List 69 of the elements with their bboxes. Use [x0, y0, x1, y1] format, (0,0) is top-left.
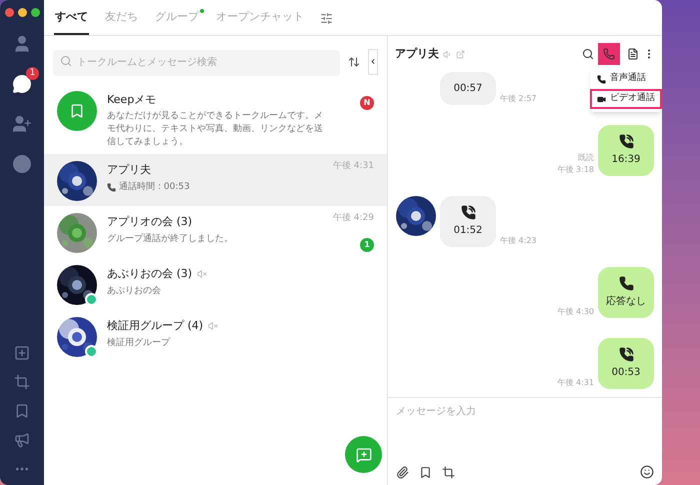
chat-time: 午後 4:31	[332, 160, 374, 173]
phone-icon	[603, 48, 615, 60]
chat-name: 検証用グループ (4)	[107, 318, 204, 334]
tab[interactable]: すべて	[54, 1, 89, 35]
unread-badge: N	[360, 96, 374, 110]
chat-preview: 検証用グループ	[107, 336, 170, 350]
chat-name: あぶりおの会 (3)	[107, 266, 192, 282]
ringing-phone-icon	[460, 205, 476, 220]
filter-icon[interactable]	[320, 12, 333, 25]
notes-icon[interactable]	[627, 48, 639, 60]
megaphone-icon[interactable]	[14, 432, 30, 448]
message-time: 午後 4:30	[557, 306, 594, 318]
chat-item[interactable]: 検証用グループ (4) 検証用グループ	[44, 310, 387, 362]
collapse-button[interactable]	[368, 48, 378, 75]
chat-item[interactable]: あぶりおの会 (3) あぶりおの会	[44, 258, 387, 310]
mute-icon	[208, 321, 218, 332]
message-time: 午後 3:18	[557, 164, 594, 176]
chat-item[interactable]: Keepメモ あなただけが見ることができるトークルームです。メモ代わりに、テキストや写真、動画、リンクなどを送信してみましょう。 N	[44, 84, 387, 154]
chevron-left-icon	[369, 57, 377, 66]
zoom-button[interactable]	[31, 8, 40, 17]
chat-bubble-icon[interactable]	[12, 74, 32, 94]
add-video-icon[interactable]	[14, 345, 30, 361]
ringing-phone-icon	[618, 347, 634, 362]
keep-avatar	[57, 90, 97, 130]
message-time: 午後 4:31	[557, 377, 594, 389]
video-camera-icon	[597, 94, 606, 104]
chat-name: アプリオの会 (3)	[107, 214, 192, 230]
sort-icon[interactable]	[348, 56, 360, 68]
chat-preview: 通話時間 : 00:53	[119, 180, 190, 194]
chat-preview: あぶりおの会	[107, 284, 161, 298]
search-icon[interactable]	[582, 48, 594, 60]
message-text: 16:39	[612, 153, 640, 167]
menu-item[interactable]: ビデオ通話	[590, 89, 662, 109]
bookmark-icon[interactable]	[419, 466, 432, 478]
message-text: 01:52	[454, 224, 482, 238]
search-icon	[60, 55, 72, 67]
message-text: 00:53	[612, 366, 640, 380]
chat-item[interactable]: アプリ夫 通話時間 : 00:53 午後 4:31	[44, 154, 387, 206]
ringing-phone-icon	[618, 134, 634, 149]
new-chat-button[interactable]	[345, 436, 382, 473]
menu-item[interactable]: 音声通話	[590, 69, 662, 89]
read-receipt: 既読	[578, 152, 594, 164]
add-person-icon[interactable]	[12, 114, 32, 134]
phone-icon	[597, 74, 606, 84]
chat-time: 午後 4:29	[332, 212, 374, 225]
message-time: 午後 2:57	[500, 93, 537, 105]
chat-preview: グループ通話が終了しました。	[107, 232, 233, 246]
speaker-icon	[443, 50, 452, 58]
close-button[interactable]	[5, 8, 14, 17]
new-chat-icon	[356, 446, 372, 462]
message-time: 午後 4:23	[500, 235, 537, 247]
attach-icon[interactable]	[396, 466, 409, 478]
emoji-icon[interactable]	[640, 465, 654, 479]
chat-name: Keepメモ	[107, 92, 156, 108]
message-text: 00:57	[454, 82, 482, 96]
chat-title: アプリ夫	[395, 46, 439, 62]
search-field[interactable]: トークルームとメッセージ検索	[53, 50, 340, 76]
phone-icon	[107, 182, 116, 192]
mute-icon	[197, 269, 208, 280]
chat-preview: あなただけが見ることができるトークルームです。メモ代わりに、テキストや写真、動画、リンクなどを送信してみましょう。	[107, 110, 324, 149]
chat-item[interactable]: アプリオの会 (3) グループ通話が終了しました。 午後 4:29 1	[44, 206, 387, 258]
message-text: 応答なし	[606, 294, 646, 309]
message-input[interactable]: メッセージを入力	[396, 404, 654, 465]
minimize-button[interactable]	[18, 8, 27, 17]
phone-icon	[618, 276, 634, 291]
crop-icon[interactable]	[442, 466, 455, 478]
unread-badge: 1	[360, 238, 374, 252]
unread-badge: 1	[26, 67, 39, 80]
chat-name: アプリ夫	[107, 162, 151, 178]
